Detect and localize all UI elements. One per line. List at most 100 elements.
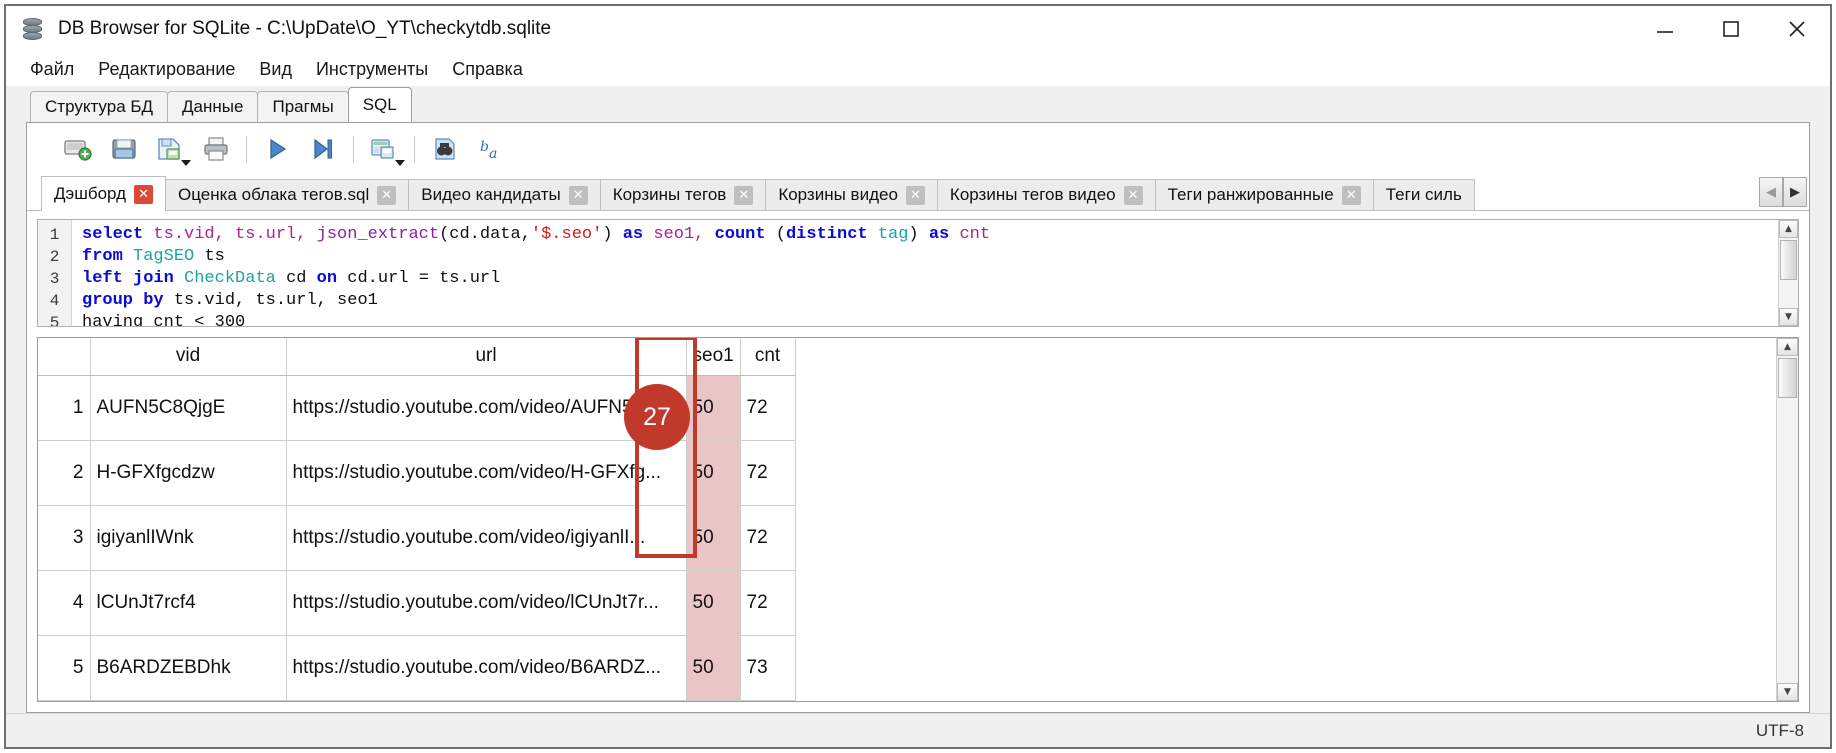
menu-item-file[interactable]: Файл: [18, 56, 86, 83]
table-row[interactable]: 5 B6ARDZEBDhk https://studio.youtube.com/v…: [38, 635, 796, 701]
sql-code-line: having cnt < 300: [82, 313, 246, 326]
sql-editor[interactable]: 1 2 3 4 5 select ts.vid, ts.url, json_ex…: [37, 219, 1799, 327]
sql-code-line: from TagSEO ts: [82, 247, 225, 266]
sql-code-line: group by ts.vid, ts.url, seo1: [82, 291, 378, 310]
results-scroll-track[interactable]: [1777, 356, 1798, 683]
chevron-down-icon[interactable]: [181, 160, 191, 166]
results-scroll-thumb[interactable]: [1778, 358, 1797, 398]
cell-vid[interactable]: lCUnJt7rcf4: [90, 570, 287, 636]
line-number: 3: [49, 270, 60, 288]
cell-seo1[interactable]: 50: [686, 375, 741, 441]
menu-item-tools[interactable]: Инструменты: [304, 56, 440, 83]
results-scrollbar[interactable]: ▲ ▼: [1776, 338, 1798, 701]
table-row[interactable]: 2 H-GFXfgcdzw https://studio.youtube.com/v…: [38, 440, 796, 506]
tab-pragmas[interactable]: Прагмы: [257, 91, 349, 122]
cell-vid[interactable]: AUFN5C8QjgE: [90, 375, 287, 441]
cell-cnt[interactable]: 73: [740, 635, 796, 701]
tab-execute-sql[interactable]: SQL: [347, 87, 412, 122]
column-header-seo1[interactable]: seo1: [686, 338, 741, 376]
sql-tab-tag-video-baskets[interactable]: Корзины тегов видео ✕: [936, 179, 1156, 210]
status-bar: UTF-8: [6, 713, 1830, 747]
cell-seo1[interactable]: 50: [686, 635, 741, 701]
sql-tab-strong-tags[interactable]: Теги силь: [1372, 179, 1475, 210]
sql-tab-label: Дэшборд: [54, 184, 127, 203]
new-tab-icon[interactable]: [55, 129, 101, 169]
scroll-down-icon[interactable]: ▼: [1777, 683, 1798, 701]
close-icon[interactable]: ✕: [905, 185, 925, 205]
sql-tab-label: Видео кандидаты: [421, 185, 561, 204]
menu-item-help[interactable]: Справка: [440, 56, 535, 83]
column-header-vid[interactable]: vid: [90, 338, 287, 376]
cell-url[interactable]: https://studio.youtube.com/video/lCUnJt7…: [286, 570, 687, 636]
sql-code-line: left join CheckData cd on cd.url = ts.ur…: [82, 269, 501, 288]
sql-tab-dashboard[interactable]: Дэшборд ✕: [41, 176, 167, 211]
editor-scroll-thumb[interactable]: [1780, 240, 1797, 280]
tab-scroll-left-button[interactable]: ◀: [1759, 177, 1783, 207]
sql-tab-tag-cloud-score[interactable]: Оценка облака тегов.sql ✕: [165, 179, 410, 210]
scroll-down-icon[interactable]: ▼: [1779, 308, 1798, 326]
editor-scrollbar[interactable]: ▲ ▼: [1778, 220, 1798, 326]
find-icon[interactable]: [422, 129, 468, 169]
tab-browse-data[interactable]: Данные: [167, 91, 259, 122]
cell-cnt[interactable]: 72: [740, 375, 796, 441]
scroll-up-icon[interactable]: ▲: [1779, 220, 1798, 238]
cell-url[interactable]: https://studio.youtube.com/video/H-GFXfg…: [286, 440, 687, 506]
cell-url[interactable]: https://studio.youtube.com/video/B6ARDZ.…: [286, 635, 687, 701]
sql-tab-label: Корзины тегов: [612, 185, 727, 204]
results-grid: vid url seo1 cnt 1 AUFN5C8QjgE https://stu…: [37, 337, 1799, 702]
annotation-badge: 27: [624, 384, 690, 450]
close-icon[interactable]: ✕: [377, 185, 397, 205]
cell-cnt[interactable]: 72: [740, 505, 796, 571]
minimize-icon[interactable]: [1632, 6, 1698, 52]
close-icon[interactable]: ✕: [1341, 185, 1361, 205]
close-icon[interactable]: ✕: [568, 185, 588, 205]
sql-tab-tag-baskets[interactable]: Корзины тегов ✕: [599, 179, 767, 210]
sql-tab-label: Теги силь: [1385, 185, 1462, 204]
execute-line-icon[interactable]: [300, 129, 346, 169]
close-icon[interactable]: [1764, 6, 1830, 52]
maximize-icon[interactable]: [1698, 6, 1764, 52]
sql-tab-video-candidates[interactable]: Видео кандидаты ✕: [408, 179, 601, 210]
results-table: vid url seo1 cnt 1 AUFN5C8QjgE https://stu…: [38, 338, 796, 701]
cell-vid[interactable]: B6ARDZEBDhk: [90, 635, 287, 701]
table-row[interactable]: 4 lCUnJt7rcf4 https://studio.youtube.com/v…: [38, 570, 796, 636]
close-icon[interactable]: ✕: [134, 184, 154, 204]
sql-tab-video-baskets[interactable]: Корзины видео ✕: [765, 179, 938, 210]
open-file-icon[interactable]: [101, 129, 147, 169]
cell-vid[interactable]: igiyanlIWnk: [90, 505, 287, 571]
cell-seo1[interactable]: 50: [686, 440, 741, 506]
tab-scroll-right-button[interactable]: ▶: [1783, 177, 1807, 207]
sql-code-text[interactable]: select ts.vid, ts.url, json_extract(cd.d…: [72, 220, 1778, 326]
menu-item-edit[interactable]: Редактирование: [86, 56, 247, 83]
column-header-cnt[interactable]: cnt: [740, 338, 796, 376]
tab-db-structure[interactable]: Структура БД: [30, 91, 169, 122]
tab-scroll-controls: ◀ ▶: [1759, 177, 1807, 207]
save-file-icon[interactable]: [147, 129, 193, 169]
save-results-icon[interactable]: [361, 129, 407, 169]
close-icon[interactable]: ✕: [734, 185, 754, 205]
cell-vid[interactable]: H-GFXfgcdzw: [90, 440, 287, 506]
format-sql-icon[interactable]: b a: [468, 129, 514, 169]
scroll-up-icon[interactable]: ▲: [1777, 338, 1798, 356]
sql-tab-label: Теги ранжированные: [1167, 185, 1334, 204]
close-icon[interactable]: ✕: [1123, 185, 1143, 205]
cell-cnt[interactable]: 72: [740, 440, 796, 506]
line-number: 2: [49, 248, 60, 266]
editor-scroll-track[interactable]: [1779, 238, 1798, 308]
sql-toolbar: b a: [27, 123, 1809, 175]
print-icon[interactable]: [193, 129, 239, 169]
toolbar-separator: [246, 136, 247, 162]
cell-url[interactable]: https://studio.youtube.com/video/igiyanl…: [286, 505, 687, 571]
column-header-url[interactable]: url: [286, 338, 687, 376]
menu-item-view[interactable]: Вид: [247, 56, 304, 83]
cell-cnt[interactable]: 72: [740, 570, 796, 636]
cell-seo1[interactable]: 50: [686, 505, 741, 571]
sql-tab-ranked-tags[interactable]: Теги ранжированные ✕: [1154, 179, 1374, 210]
column-header-rownum[interactable]: [38, 338, 91, 376]
table-row[interactable]: 3 igiyanlIWnk https://studio.youtube.com/v…: [38, 505, 796, 571]
table-header-row: vid url seo1 cnt: [38, 338, 796, 376]
chevron-down-icon[interactable]: [395, 160, 405, 166]
encoding-label: UTF-8: [1755, 720, 1804, 740]
execute-all-icon[interactable]: [254, 129, 300, 169]
cell-seo1[interactable]: 50: [686, 570, 741, 636]
